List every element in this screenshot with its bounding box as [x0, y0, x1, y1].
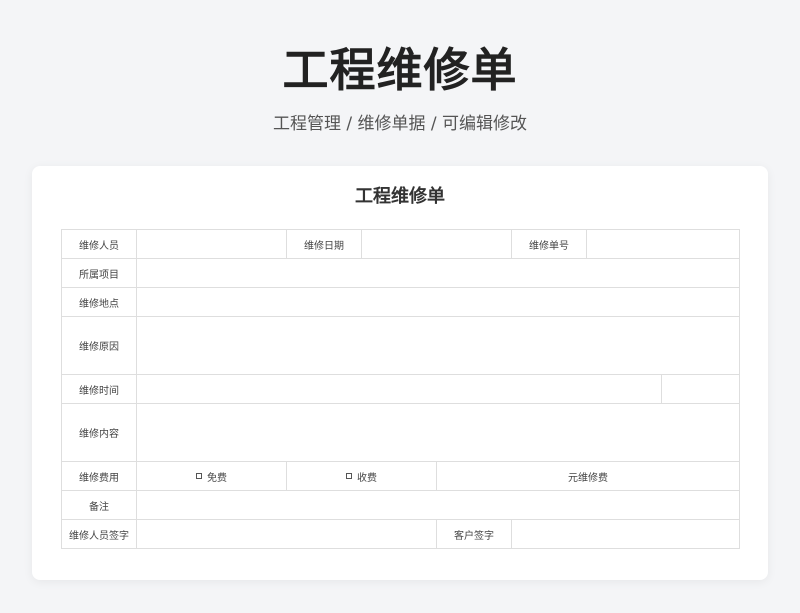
form-title: 工程维修单	[355, 186, 445, 207]
repair-date-field[interactable]	[361, 229, 512, 259]
fee-unit-label: 元维修费	[568, 472, 608, 484]
checkbox-icon[interactable]	[346, 473, 352, 479]
page-title: 工程维修单	[282, 43, 518, 97]
fee-charge-label: 收费	[357, 472, 377, 484]
customer-signature-label: 客户签字	[436, 519, 512, 549]
time-label: 维修时间	[61, 374, 137, 404]
checkbox-icon[interactable]	[196, 473, 202, 479]
fee-label: 维修费用	[61, 461, 137, 491]
time-start-field[interactable]	[136, 374, 662, 404]
fee-free-label: 免费	[207, 472, 227, 484]
project-label: 所属项目	[61, 258, 137, 288]
remarks-field[interactable]	[136, 490, 740, 520]
repair-person-label: 维修人员	[61, 229, 137, 259]
time-end-field[interactable]	[661, 374, 740, 404]
repairer-signature-label: 维修人员签字	[61, 519, 137, 549]
repair-number-field[interactable]	[586, 229, 740, 259]
repair-date-label: 维修日期	[286, 229, 362, 259]
reason-label: 维修原因	[61, 316, 137, 375]
location-label: 维修地点	[61, 287, 137, 317]
content-field[interactable]	[136, 403, 740, 462]
remarks-label: 备注	[61, 490, 137, 520]
customer-signature-field[interactable]	[511, 519, 740, 549]
fee-charge-option[interactable]: 收费	[286, 461, 437, 491]
repair-number-label: 维修单号	[511, 229, 587, 259]
breadcrumb: 工程管理 / 维修单据 / 可编辑修改	[272, 114, 528, 134]
repair-form-table: 维修人员 维修日期 维修单号 所属项目 维修地点 维修原因 维修时间 维修内容	[61, 229, 740, 549]
content-label: 维修内容	[61, 403, 137, 462]
location-field[interactable]	[136, 287, 740, 317]
repairer-signature-field[interactable]	[136, 519, 437, 549]
reason-field[interactable]	[136, 316, 740, 375]
repair-person-field[interactable]	[136, 229, 287, 259]
form-card: 工程维修单 维修人员 维修日期 维修单号 所属项目 维修地点 维修原因 维修时间…	[32, 166, 768, 580]
fee-amount-cell[interactable]: 元维修费	[436, 461, 740, 491]
project-field[interactable]	[136, 258, 740, 288]
fee-free-option[interactable]: 免费	[136, 461, 287, 491]
